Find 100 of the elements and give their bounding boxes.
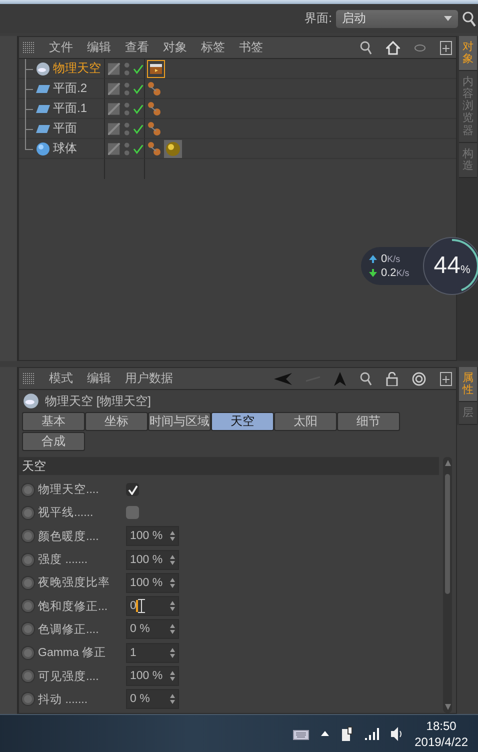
search-icon[interactable] bbox=[360, 40, 372, 54]
spinner-icon[interactable] bbox=[170, 694, 175, 704]
power-plug-icon[interactable] bbox=[340, 726, 353, 742]
animation-dot-icon[interactable] bbox=[22, 530, 34, 542]
spinner-icon[interactable] bbox=[170, 671, 175, 682]
parameter-label: 抖动 ....... bbox=[38, 692, 89, 707]
layer-icon bbox=[108, 82, 120, 94]
spinner-icon[interactable] bbox=[170, 554, 175, 565]
animation-dot-icon[interactable] bbox=[22, 600, 34, 612]
oval-icon[interactable] bbox=[414, 44, 426, 52]
parameter-label: 可见强度.... bbox=[38, 670, 100, 684]
volume-icon[interactable] bbox=[390, 726, 403, 740]
menu-item[interactable]: 对象 bbox=[163, 39, 187, 56]
spinner-icon[interactable] bbox=[170, 531, 175, 542]
spinner-icon[interactable] bbox=[170, 578, 175, 588]
object-row[interactable]: 平面.2 bbox=[19, 79, 105, 99]
number-field[interactable]: 100 % bbox=[126, 666, 179, 686]
check-icon bbox=[133, 104, 144, 114]
clock[interactable]: 18:50 2019/4/22 bbox=[414, 718, 468, 750]
animation-dot-icon[interactable] bbox=[22, 576, 34, 589]
scroll-down-icon[interactable] bbox=[444, 704, 450, 710]
tab[interactable]: 细节 bbox=[337, 412, 400, 431]
menu-item[interactable]: 书签 bbox=[239, 39, 263, 56]
object-row[interactable]: 物理天空 bbox=[19, 59, 105, 79]
animation-dot-icon[interactable] bbox=[22, 670, 34, 682]
upload-arrow-icon bbox=[369, 255, 377, 263]
home-icon[interactable] bbox=[386, 40, 400, 54]
plane-icon bbox=[36, 104, 50, 114]
grip-icon bbox=[23, 42, 35, 54]
object-row[interactable]: 球体 bbox=[19, 139, 105, 159]
number-field[interactable]: 100 % bbox=[126, 572, 179, 593]
number-field[interactable]: 0 % bbox=[126, 619, 179, 640]
tab[interactable]: 基本 bbox=[22, 412, 85, 431]
menu-item[interactable]: 查看 bbox=[125, 39, 149, 56]
text-cursor-icon bbox=[138, 599, 146, 614]
visibility-dots-icon bbox=[122, 122, 130, 136]
checkbox[interactable] bbox=[126, 483, 139, 496]
menu-item[interactable]: 用户数据 bbox=[125, 370, 173, 387]
menu-item[interactable]: 文件 bbox=[49, 39, 73, 56]
number-field[interactable]: 0 % bbox=[126, 689, 179, 710]
material-icon bbox=[164, 140, 182, 158]
animation-dot-icon[interactable] bbox=[22, 623, 34, 636]
keyboard-icon[interactable] bbox=[292, 728, 309, 740]
lock-icon[interactable] bbox=[386, 372, 398, 386]
tab[interactable]: 天空 bbox=[211, 412, 274, 431]
check-icon bbox=[133, 144, 144, 154]
tab[interactable]: 合成 bbox=[22, 432, 85, 451]
menu-item[interactable]: 编辑 bbox=[87, 39, 111, 56]
tab[interactable]: 时间与区域 bbox=[148, 412, 211, 431]
side-tab[interactable]: 对象 bbox=[459, 36, 477, 72]
animation-dot-icon[interactable] bbox=[22, 506, 34, 519]
number-field[interactable]: 1 bbox=[126, 642, 179, 663]
new-panel-icon[interactable] bbox=[440, 40, 452, 54]
sky-icon bbox=[23, 393, 39, 409]
parameter-label: 物理天空.... bbox=[38, 482, 100, 498]
spinner-icon[interactable] bbox=[170, 624, 175, 634]
parameter-label: 视平线...... bbox=[38, 506, 94, 520]
parameter-label: 颜色暖度.... bbox=[38, 530, 100, 544]
parameter-label: 强度 ....... bbox=[38, 552, 89, 568]
object-row[interactable]: 平面.1 bbox=[19, 99, 105, 119]
number-field[interactable]: 100 % bbox=[126, 550, 179, 570]
layout-dropdown[interactable]: 启动 bbox=[336, 10, 458, 28]
animation-dot-icon[interactable] bbox=[22, 693, 34, 706]
menu-item[interactable]: 编辑 bbox=[87, 370, 111, 387]
phong-tag-icon bbox=[147, 100, 161, 116]
search-icon[interactable] bbox=[462, 10, 476, 26]
spinner-icon[interactable] bbox=[170, 648, 175, 658]
caret-up-icon[interactable] bbox=[320, 731, 329, 736]
tab[interactable]: 太阳 bbox=[274, 412, 337, 431]
visibility-dots-icon bbox=[122, 142, 130, 156]
parameter-label: 饱和度修正... bbox=[38, 600, 109, 614]
side-tab[interactable]: 属性 bbox=[459, 367, 477, 402]
signal-icon[interactable] bbox=[364, 728, 379, 740]
menu-item[interactable]: 标签 bbox=[201, 39, 225, 56]
animation-dot-icon[interactable] bbox=[22, 646, 34, 659]
visibility-dots-icon bbox=[122, 62, 130, 76]
scroll-up-icon[interactable] bbox=[444, 460, 450, 466]
number-field[interactable]: 100 % bbox=[126, 526, 179, 546]
object-row[interactable]: 平面 bbox=[19, 119, 105, 139]
menu-item[interactable]: 模式 bbox=[49, 370, 73, 387]
scrollbar[interactable] bbox=[443, 457, 452, 713]
new-panel-icon[interactable] bbox=[440, 372, 452, 386]
spinner-icon[interactable] bbox=[170, 601, 175, 612]
check-icon bbox=[133, 64, 144, 74]
animation-dot-icon[interactable] bbox=[22, 484, 34, 496]
number-field[interactable]: 0 bbox=[126, 596, 179, 616]
phong-tag-icon bbox=[147, 120, 161, 136]
layer-icon bbox=[108, 122, 120, 134]
download-speed: 0.2K/s bbox=[381, 267, 410, 279]
plane-icon bbox=[36, 124, 50, 134]
tab[interactable]: 坐标 bbox=[85, 412, 148, 431]
check-icon bbox=[133, 84, 144, 94]
sky-icon bbox=[36, 62, 50, 76]
checkbox[interactable] bbox=[126, 506, 139, 520]
parameter-label: 夜晚强度比率 bbox=[38, 575, 111, 590]
target-icon[interactable] bbox=[412, 372, 426, 386]
layer-icon bbox=[108, 62, 120, 74]
search-icon[interactable] bbox=[360, 372, 372, 386]
animation-dot-icon[interactable] bbox=[22, 554, 34, 566]
text-caret-icon bbox=[136, 600, 138, 612]
